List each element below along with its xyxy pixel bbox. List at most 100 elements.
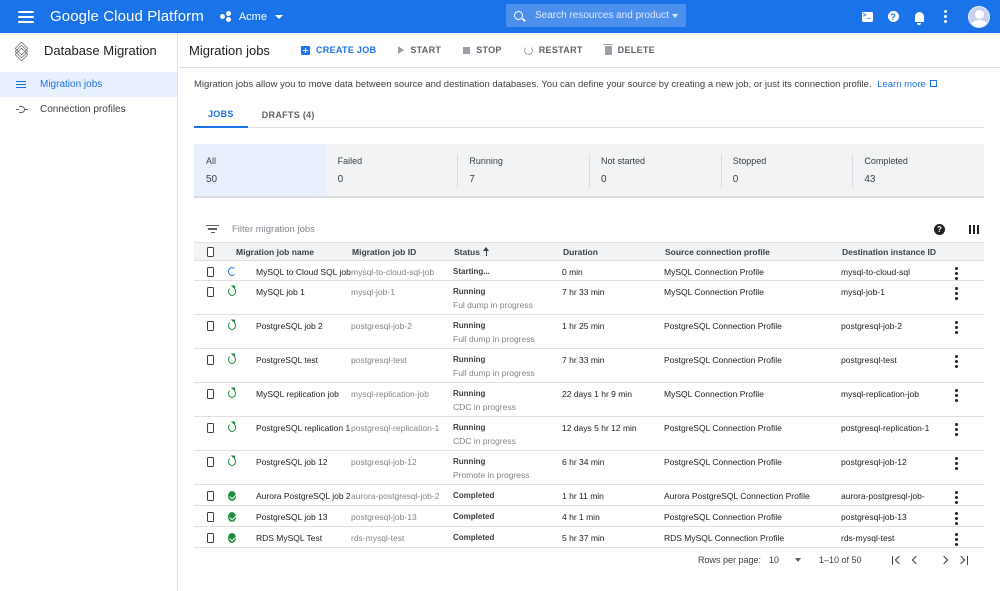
row-checkbox[interactable]	[207, 423, 214, 433]
row-checkbox[interactable]	[207, 321, 214, 331]
more-vert-icon	[954, 533, 958, 546]
row-menu-button[interactable]	[946, 417, 966, 436]
table-row[interactable]: MySQL to Cloud SQL job mysql-to-cloud-sql…	[194, 261, 984, 281]
next-page-button[interactable]	[939, 554, 951, 566]
row-menu-button[interactable]	[946, 506, 966, 525]
stat-not-started[interactable]: Not started 0	[589, 144, 721, 196]
job-name[interactable]: MySQL replication job	[236, 383, 351, 399]
cloud-shell-button[interactable]	[854, 4, 880, 30]
stat-count: 0	[601, 174, 607, 185]
row-checkbox[interactable]	[207, 457, 214, 467]
column-header-source[interactable]: Source connection profile	[665, 247, 842, 257]
job-name[interactable]: PostgreSQL replication 1	[236, 417, 351, 433]
status-label: Running	[453, 423, 486, 432]
table-row[interactable]: Aurora PostgreSQL job 2 aurora-postgresql…	[194, 485, 984, 506]
column-header-status[interactable]: Status	[454, 246, 563, 257]
column-display-icon[interactable]	[969, 224, 979, 234]
column-header-id[interactable]: Migration job ID	[352, 247, 454, 257]
row-checkbox[interactable]	[207, 512, 214, 522]
sidebar-item-connection-profiles[interactable]: Connection profiles	[0, 97, 177, 122]
status-label: Starting...	[453, 267, 490, 276]
select-all-checkbox[interactable]	[207, 246, 214, 257]
stop-button[interactable]: STOP	[463, 45, 502, 55]
create-job-label: CREATE JOB	[316, 45, 377, 55]
row-checkbox[interactable]	[207, 491, 214, 501]
filter-input[interactable]: Filter migration jobs	[232, 224, 934, 235]
running-icon	[228, 423, 236, 432]
job-name[interactable]: MySQL to Cloud SQL job	[236, 261, 351, 277]
table-row[interactable]: PostgreSQL job 2 postgresql-job-2 Running F…	[194, 315, 984, 349]
last-page-button[interactable]	[956, 554, 969, 566]
row-checkbox[interactable]	[207, 355, 214, 365]
project-selector[interactable]: Acme	[219, 11, 283, 23]
column-header-name[interactable]: Migration job name	[236, 247, 352, 257]
row-checkbox[interactable]	[207, 389, 214, 399]
chevron-down-icon[interactable]	[672, 13, 678, 18]
job-duration: 4 hr 1 min	[562, 512, 600, 522]
table-row[interactable]: PostgreSQL test postgresql-test Running Ful…	[194, 349, 984, 383]
more-options-button[interactable]	[932, 4, 958, 30]
table-row[interactable]: MySQL replication job mysql-replication-j…	[194, 383, 984, 417]
tab-drafts[interactable]: DRAFTS (4)	[248, 102, 329, 128]
row-menu-button[interactable]	[946, 315, 966, 334]
table-row[interactable]: PostgreSQL replication 1 postgresql-repli…	[194, 417, 984, 451]
learn-more-link[interactable]: Learn more	[877, 79, 926, 90]
notifications-button[interactable]	[906, 4, 932, 30]
status-label: Completed	[453, 512, 495, 521]
job-name[interactable]: PostgreSQL job 13	[236, 506, 351, 522]
row-menu-button[interactable]	[946, 383, 966, 402]
more-vert-icon	[954, 287, 958, 300]
help-button[interactable]: ?	[880, 4, 906, 30]
table-row[interactable]: RDS MySQL Test rds-mysql-test Completed 5 h…	[194, 527, 984, 548]
column-header-duration[interactable]: Duration	[563, 247, 665, 257]
column-header-destination[interactable]: Destination instance ID	[842, 247, 947, 257]
create-job-button[interactable]: CREATE JOB	[301, 45, 376, 55]
row-menu-button[interactable]	[946, 451, 966, 470]
stat-label: All	[206, 156, 217, 166]
rows-per-page-select[interactable]: 10	[769, 555, 802, 565]
row-select-cell	[194, 451, 214, 467]
brand-title[interactable]: Google Cloud Platform	[50, 8, 204, 25]
job-name[interactable]: MySQL job 1	[236, 281, 351, 297]
filter-list-icon[interactable]	[206, 225, 219, 233]
delete-button[interactable]: DELETE	[603, 43, 655, 55]
job-name[interactable]: PostgreSQL job 2	[236, 315, 351, 331]
job-name[interactable]: RDS MySQL Test	[236, 527, 351, 543]
search-icon	[514, 11, 523, 20]
job-name[interactable]: PostgreSQL job 12	[236, 451, 351, 467]
first-page-button[interactable]	[891, 554, 904, 566]
job-name[interactable]: PostgreSQL test	[236, 349, 351, 365]
row-checkbox[interactable]	[207, 287, 214, 297]
row-menu-button[interactable]	[946, 349, 966, 368]
search-input[interactable]: Search resources and product	[506, 4, 686, 27]
chevron-right-icon	[939, 555, 948, 565]
sidebar-item-migration-jobs[interactable]: Migration jobs	[0, 72, 177, 97]
restart-button[interactable]: RESTART	[523, 45, 583, 55]
stat-completed[interactable]: Completed 43	[852, 144, 984, 196]
start-button[interactable]: START	[398, 45, 441, 55]
stat-stopped[interactable]: Stopped 0	[720, 144, 853, 196]
pagination: Rows per page: 10 1–10 of 50	[179, 548, 1000, 572]
more-vert-icon	[954, 423, 958, 436]
stat-failed[interactable]: Failed 0	[326, 144, 458, 196]
menu-icon[interactable]	[18, 10, 34, 23]
row-menu-button[interactable]	[946, 261, 966, 280]
destination-instance: mysql-to-cloud-sql	[841, 267, 910, 277]
row-menu-button[interactable]	[946, 485, 966, 504]
stat-running[interactable]: Running 7	[457, 144, 589, 196]
row-checkbox[interactable]	[207, 533, 214, 543]
table-row[interactable]: MySQL job 1 mysql-job-1 Running Ful dump in…	[194, 281, 984, 315]
row-checkbox[interactable]	[207, 267, 214, 277]
previous-page-button[interactable]	[908, 554, 920, 566]
tab-jobs[interactable]: JOBS	[194, 102, 248, 128]
table-row[interactable]: PostgreSQL job 13 postgresql-job-13 Comple…	[194, 506, 984, 527]
stat-all[interactable]: All 50	[194, 144, 326, 196]
help-icon[interactable]: ?	[934, 223, 945, 235]
row-menu-button[interactable]	[946, 527, 966, 546]
table-row[interactable]: PostgreSQL job 12 postgresql-job-12 Runnin…	[194, 451, 984, 485]
job-name[interactable]: Aurora PostgreSQL job 2	[236, 485, 351, 501]
source-profile: PostgreSQL Connection Profile	[664, 321, 782, 331]
avatar[interactable]	[968, 5, 990, 28]
database-migration-icon	[13, 41, 31, 61]
row-menu-button[interactable]	[946, 281, 966, 300]
